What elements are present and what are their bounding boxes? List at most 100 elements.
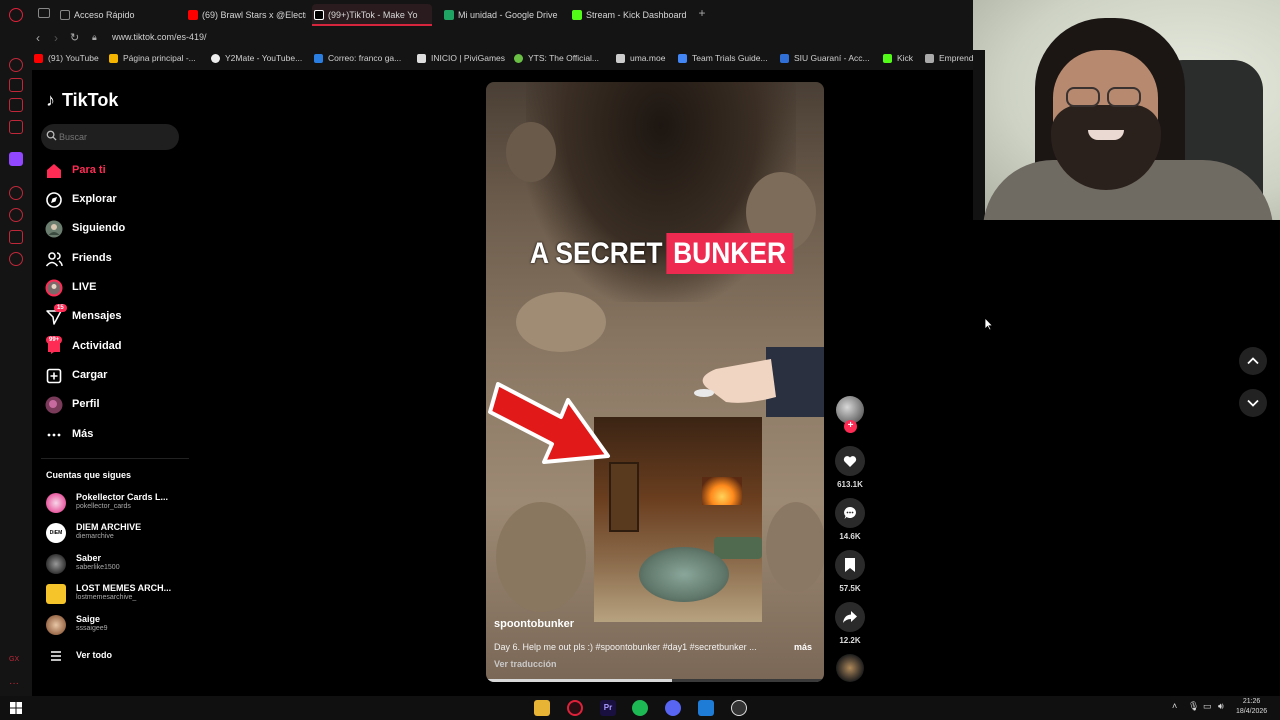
instagram-icon[interactable] <box>9 120 23 134</box>
search-box[interactable] <box>41 124 179 150</box>
search-input[interactable] <box>59 128 169 146</box>
video-player[interactable]: A SECRET BUNKER spoontobunker Day 6. Help… <box>486 82 824 682</box>
following-section-title: Cuentas que sigues <box>46 470 132 480</box>
tiktok-logo[interactable]: ♪ TikTok <box>46 90 118 111</box>
nav-cargar[interactable]: Cargar <box>45 363 195 389</box>
tab-kick[interactable]: Stream - Kick Dashboard <box>570 4 694 26</box>
account-name: DIEM ARCHIVE <box>76 522 142 532</box>
following-avatar-icon <box>45 220 63 238</box>
bookmark-siu-guarani[interactable]: SIU Guaraní - Acc... <box>780 53 870 63</box>
webcam-mic <box>973 50 985 220</box>
video-rock <box>766 502 824 592</box>
tab-youtube[interactable]: (69) Brawl Stars x @Electr <box>186 4 306 26</box>
bookmark-label: Correo: franco ga... <box>328 53 402 63</box>
bookmark-emprend[interactable]: Emprend <box>925 53 974 63</box>
messenger-icon[interactable] <box>9 98 23 112</box>
video-username[interactable]: spoontobunker <box>494 618 574 630</box>
opera-gx-icon[interactable] <box>567 700 583 716</box>
network-icon[interactable]: ▭ <box>1203 701 1212 712</box>
player-icon[interactable] <box>9 186 23 200</box>
comment-button[interactable]: 14.6K <box>835 498 865 541</box>
share-button[interactable]: 12.2K <box>835 602 865 645</box>
extensions-icon[interactable] <box>9 230 23 244</box>
back-icon[interactable]: ‹ <box>36 31 40 45</box>
like-button[interactable]: 613.1K <box>835 446 865 489</box>
youtube-icon <box>188 10 198 20</box>
lock-icon[interactable]: 🔒︎ <box>92 32 97 43</box>
followed-account[interactable]: Saber saberlike1500 <box>46 551 186 577</box>
bookmark-label: Página principal -... <box>123 53 196 63</box>
discord-icon[interactable] <box>665 700 681 716</box>
tab-google-drive[interactable]: Mi unidad - Google Drive <box>442 4 566 26</box>
bookmark-yts[interactable]: YTS: The Official... <box>514 53 599 63</box>
follow-plus-button[interactable]: + <box>844 420 857 433</box>
microphone-icon[interactable]: 🎙︎ <box>1188 701 1199 712</box>
siu-icon <box>780 54 789 63</box>
nav-friends[interactable]: Friends <box>45 246 195 272</box>
url-field[interactable]: www.tiktok.com/es-419/ <box>112 32 207 42</box>
nav-mas[interactable]: Más <box>45 422 195 448</box>
bookmark-team-trials[interactable]: Team Trials Guide... <box>678 53 768 63</box>
nav-mensajes[interactable]: 15 Mensajes <box>45 304 195 330</box>
premiere-icon[interactable]: Pr <box>600 700 616 716</box>
bookmark-kick[interactable]: Kick <box>883 53 913 63</box>
forward-icon[interactable]: › <box>54 31 58 45</box>
avatar <box>46 615 66 635</box>
followed-account[interactable]: LOST MEMES ARCH... lostmemesarchive_ <box>46 581 186 607</box>
share-icon <box>843 611 857 623</box>
spotify-icon[interactable] <box>632 700 648 716</box>
save-button[interactable]: 57.5K <box>835 550 865 593</box>
clock-time: 21:26 <box>1242 698 1261 705</box>
comment-icon <box>844 507 856 519</box>
saves-count: 57.5K <box>839 584 861 593</box>
nav-siguiendo[interactable]: Siguiendo <box>45 216 195 242</box>
tab-tiktok[interactable]: (99+)TikTok - Make Yo <box>312 4 432 26</box>
tab-overview-icon[interactable] <box>38 8 50 18</box>
music-disc-icon[interactable] <box>836 654 864 682</box>
bunker-hole <box>639 547 729 602</box>
followed-account[interactable]: DiEM DIEM ARCHIVE diemarchive <box>46 520 186 546</box>
system-clock[interactable]: 21:26 18/4/2026 <box>1236 697 1267 717</box>
more-button[interactable]: más <box>794 642 812 652</box>
y2mate-icon <box>211 54 220 63</box>
bookmark-youtube[interactable]: (91) YouTube <box>34 53 99 63</box>
tab-acceso-rapido[interactable]: Acceso Rápido <box>58 4 182 26</box>
pivigames-icon <box>417 54 426 63</box>
translate-button[interactable]: Ver traducción <box>494 659 557 669</box>
more-sidebar-icon[interactable]: ··· <box>9 678 23 692</box>
bookmark-pagina-principal[interactable]: Página principal -... <box>109 53 196 63</box>
followed-account[interactable]: Pokellector Cards L... pokellector_cards <box>46 490 186 516</box>
followed-account[interactable]: Saige sssaigee9 <box>46 612 186 638</box>
file-explorer-icon[interactable] <box>534 700 550 716</box>
bookmark-correo[interactable]: Correo: franco ga... <box>314 53 401 63</box>
nav-live[interactable]: LIVE <box>45 275 195 301</box>
messages-badge: 15 <box>54 304 67 312</box>
nav-perfil[interactable]: Perfil <box>45 392 195 418</box>
profile-avatar-icon <box>45 396 63 414</box>
history-icon[interactable] <box>9 208 23 222</box>
app-window-icon[interactable] <box>698 700 714 716</box>
bookmark-uma-moe[interactable]: uma.moe <box>616 53 665 63</box>
video-progress-bar[interactable] <box>486 679 824 682</box>
settings-icon[interactable] <box>9 252 23 266</box>
tray-chevron-icon[interactable]: ˄ <box>1172 701 1177 711</box>
obs-icon[interactable] <box>731 700 747 716</box>
windows-start-icon[interactable] <box>10 702 22 714</box>
previous-video-button[interactable] <box>1239 347 1267 375</box>
nav-actividad[interactable]: 99+ Actividad <box>45 334 195 360</box>
twitch-icon[interactable] <box>9 152 23 166</box>
refresh-sidebar-icon[interactable] <box>9 58 23 72</box>
drive-icon <box>444 10 454 20</box>
volume-icon[interactable]: 🔊︎ <box>1218 701 1224 712</box>
bookmark-y2mate[interactable]: Y2Mate - YouTube... <box>211 53 302 63</box>
nav-explorar[interactable]: Explorar <box>45 187 195 213</box>
bookmark-pivigames[interactable]: INICIO | PiviGames <box>417 53 505 63</box>
gx-icon[interactable]: GX <box>9 656 23 670</box>
next-video-button[interactable] <box>1239 389 1267 417</box>
opera-logo-icon[interactable] <box>9 8 23 22</box>
nav-para-ti[interactable]: Para ti <box>45 158 195 184</box>
sidebar-divider <box>41 458 189 459</box>
aria-icon[interactable] <box>9 78 23 92</box>
new-tab-button[interactable]: + <box>696 7 708 19</box>
reload-icon[interactable]: ↻ <box>70 31 79 44</box>
